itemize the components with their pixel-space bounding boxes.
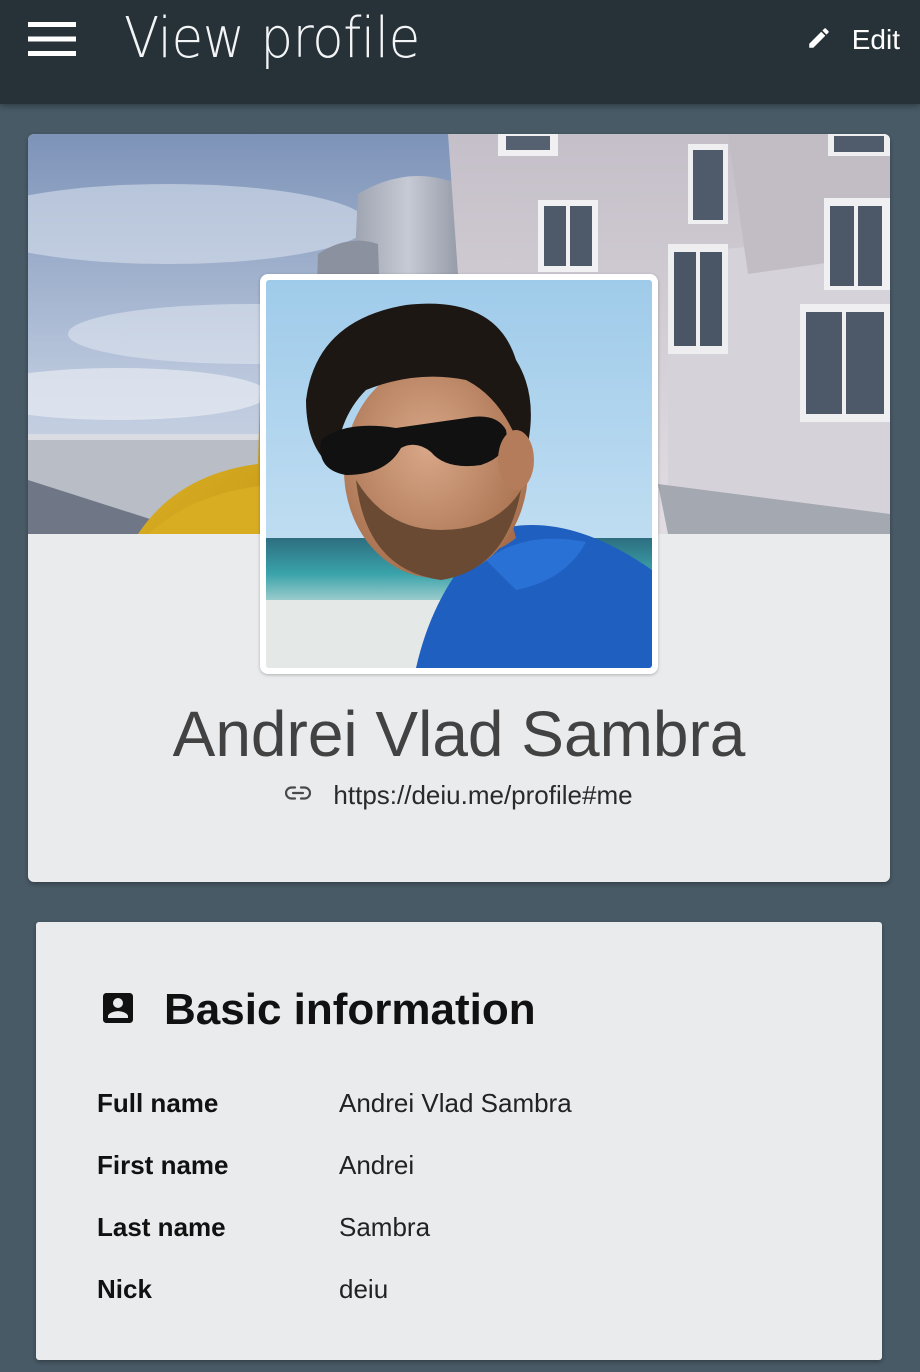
profile-url-text[interactable]: https://deiu.me/profile#me bbox=[333, 780, 632, 811]
info-label: Nick bbox=[97, 1273, 152, 1304]
info-label: First name bbox=[97, 1149, 229, 1180]
basic-info-header: Basic information bbox=[98, 984, 536, 1036]
info-value: Sambra bbox=[339, 1211, 431, 1242]
basic-info-title: Basic information bbox=[164, 985, 536, 1034]
profile-card: Andrei Vlad Sambra https://deiu.me/profi… bbox=[28, 134, 890, 882]
info-row-full-name: Full name Andrei Vlad Sambra bbox=[97, 1072, 817, 1134]
info-value: Andrei Vlad Sambra bbox=[339, 1087, 572, 1118]
info-row-nick: Nick deiu bbox=[97, 1258, 817, 1320]
page-title: View profile bbox=[124, 6, 420, 71]
profile-url[interactable]: https://deiu.me/profile#me bbox=[28, 780, 890, 811]
info-row-first-name: First name Andrei bbox=[97, 1134, 817, 1196]
info-row-last-name: Last name Sambra bbox=[97, 1196, 817, 1258]
edit-label: Edit bbox=[851, 24, 900, 55]
pencil-icon bbox=[806, 25, 832, 56]
info-value: deiu bbox=[339, 1273, 389, 1304]
basic-info-card: Basic information Full name Andrei Vlad … bbox=[36, 922, 882, 1360]
info-label: Full name bbox=[97, 1087, 219, 1118]
basic-info-list: Full name Andrei Vlad Sambra First name … bbox=[97, 1072, 817, 1320]
profile-avatar bbox=[260, 274, 658, 674]
info-label: Last name bbox=[97, 1211, 226, 1242]
contact-card-icon bbox=[98, 988, 138, 1033]
hamburger-menu-icon[interactable] bbox=[20, 14, 84, 64]
top-app-bar: View profile Edit bbox=[0, 0, 920, 104]
link-icon bbox=[285, 786, 312, 805]
profile-name: Andrei Vlad Sambra bbox=[172, 698, 746, 770]
edit-button[interactable]: Edit bbox=[806, 18, 900, 62]
info-value: Andrei bbox=[339, 1149, 415, 1180]
